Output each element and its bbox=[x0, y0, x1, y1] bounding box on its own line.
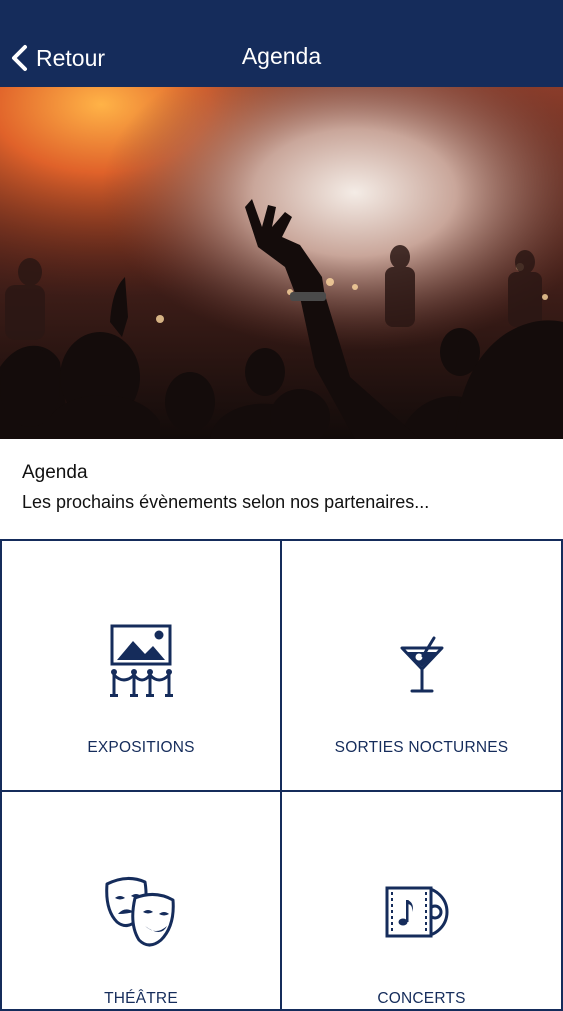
category-tile-sorties-nocturnes[interactable]: SORTIES NOCTURNES bbox=[282, 541, 563, 792]
category-tile-concerts[interactable]: CONCERTS bbox=[282, 792, 563, 1011]
category-label: SORTIES NOCTURNES bbox=[334, 739, 509, 756]
section-title: Agenda bbox=[22, 462, 88, 483]
theater-masks-icon bbox=[105, 877, 175, 947]
intro-section: Agenda Les prochains évènements selon no… bbox=[22, 462, 429, 513]
category-label: CONCERTS bbox=[377, 990, 466, 1007]
page-title: Agenda bbox=[241, 43, 322, 69]
category-label: EXPOSITIONS bbox=[87, 739, 195, 756]
section-subtitle: Les prochains évènements selon nos parte… bbox=[22, 492, 430, 512]
gallery-icon bbox=[110, 624, 173, 697]
category-label: THÉÂTRE bbox=[104, 990, 178, 1007]
cocktail-icon bbox=[400, 636, 443, 693]
category-grid: EXPOSITIONS SORTIES NOCTURNES THÉÂTRE CO… bbox=[0, 539, 563, 1011]
navigation-bar: Retour Agenda bbox=[0, 0, 563, 87]
category-tile-theatre[interactable]: THÉÂTRE bbox=[0, 792, 282, 1011]
concert-crowd-photo bbox=[0, 87, 563, 439]
music-album-icon bbox=[385, 886, 448, 938]
category-tile-expositions[interactable]: EXPOSITIONS bbox=[0, 541, 282, 792]
hero-image bbox=[0, 87, 563, 439]
